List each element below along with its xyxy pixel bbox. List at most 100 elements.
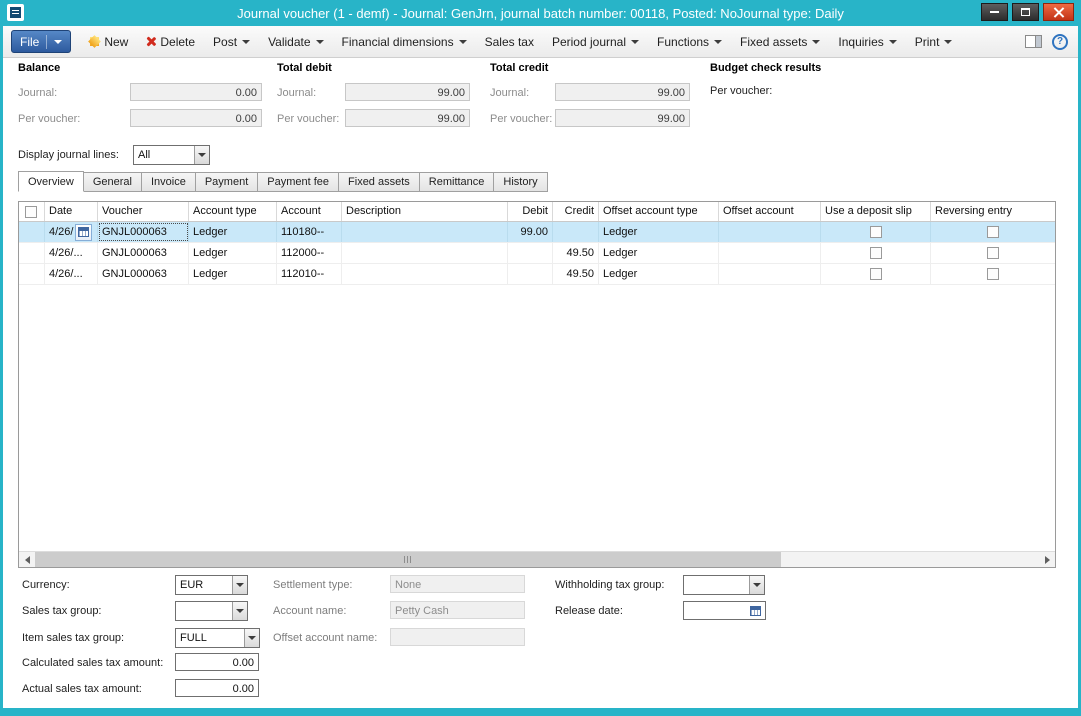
- display-journal-lines-value: All: [138, 149, 192, 161]
- toolbar-financial-dimensions-menu[interactable]: Financial dimensions: [333, 30, 476, 54]
- column-header-offset-account-type[interactable]: Offset account type: [599, 202, 719, 221]
- layout-panes-icon[interactable]: [1025, 35, 1042, 48]
- tab-invoice[interactable]: Invoice: [142, 172, 196, 192]
- tab-fixed-assets[interactable]: Fixed assets: [339, 172, 420, 192]
- tab-payment[interactable]: Payment: [196, 172, 258, 192]
- budget-check-header: Budget check results: [710, 62, 821, 74]
- toolbar-delete-button[interactable]: Delete: [137, 30, 204, 54]
- horizontal-scrollbar[interactable]: [19, 551, 1055, 567]
- column-header-account[interactable]: Account: [277, 202, 342, 221]
- column-header-date[interactable]: Date: [45, 202, 98, 221]
- row-3-account-type-cell[interactable]: Ledger: [189, 264, 277, 284]
- row-3-offset-account-cell[interactable]: [719, 264, 821, 284]
- row-2-offset-account-cell[interactable]: [719, 243, 821, 263]
- row-2-account-type-cell[interactable]: Ledger: [189, 243, 277, 263]
- file-menu-button[interactable]: File: [11, 30, 71, 53]
- row-3-debit-cell[interactable]: [508, 264, 553, 284]
- row-1-date-cell[interactable]: 4/26/: [45, 222, 98, 242]
- toolbar-print-menu[interactable]: Print: [906, 30, 962, 54]
- close-button[interactable]: [1043, 3, 1074, 21]
- column-header-credit[interactable]: Credit: [553, 202, 599, 221]
- grid-row-3[interactable]: 4/26/... GNJL000063 Ledger 112010-- 49.5…: [19, 264, 1055, 285]
- row-3-description-cell[interactable]: [342, 264, 508, 284]
- toolbar-new-button[interactable]: New: [81, 30, 137, 54]
- tab-overview[interactable]: Overview: [18, 171, 84, 192]
- row-2-description-cell[interactable]: [342, 243, 508, 263]
- row-1-selector[interactable]: [19, 222, 45, 242]
- total-credit-header: Total credit: [490, 62, 548, 74]
- row-1-date-picker-button[interactable]: [75, 224, 92, 241]
- tab-invoice-label: Invoice: [151, 176, 186, 188]
- row-1-description-cell[interactable]: [342, 222, 508, 242]
- column-header-description[interactable]: Description: [342, 202, 508, 221]
- toolbar-new-label: New: [104, 35, 128, 49]
- calculated-sales-tax-field[interactable]: 0.00: [175, 653, 259, 671]
- row-3-reversing-entry-checkbox[interactable]: [987, 268, 999, 280]
- row-3-date-cell[interactable]: 4/26/...: [45, 264, 98, 284]
- row-1-credit-cell[interactable]: [553, 222, 599, 242]
- column-header-use-deposit-slip[interactable]: Use a deposit slip: [821, 202, 931, 221]
- release-date-field[interactable]: [683, 601, 766, 620]
- row-1-offset-account-cell[interactable]: [719, 222, 821, 242]
- tab-payment-fee[interactable]: Payment fee: [258, 172, 339, 192]
- column-header-account-type[interactable]: Account type: [189, 202, 277, 221]
- maximize-icon: [1021, 8, 1030, 16]
- row-1-offset-account-type-cell[interactable]: Ledger: [599, 222, 719, 242]
- row-2-selector[interactable]: [19, 243, 45, 263]
- row-2-credit-cell[interactable]: 49.50: [553, 243, 599, 263]
- withholding-tax-group-select[interactable]: [683, 575, 765, 595]
- scrollbar-track[interactable]: [781, 552, 1039, 567]
- scroll-left-button[interactable]: [19, 552, 35, 567]
- row-2-voucher-cell[interactable]: GNJL000063: [98, 243, 189, 263]
- actual-sales-tax-field[interactable]: 0.00: [175, 679, 259, 697]
- item-sales-tax-group-select[interactable]: FULL: [175, 628, 260, 648]
- toolbar-validate-menu[interactable]: Validate: [259, 30, 332, 54]
- row-2-account-cell[interactable]: 112000--: [277, 243, 342, 263]
- row-1-account-type-cell[interactable]: Ledger: [189, 222, 277, 242]
- row-3-account-cell[interactable]: 112010--: [277, 264, 342, 284]
- toolbar-sales-tax-button[interactable]: Sales tax: [476, 30, 543, 54]
- column-header-reversing-entry[interactable]: Reversing entry: [931, 202, 1055, 221]
- toolbar-post-menu[interactable]: Post: [204, 30, 259, 54]
- row-3-selector[interactable]: [19, 264, 45, 284]
- display-journal-lines-select[interactable]: All: [133, 145, 210, 165]
- grid-row-1[interactable]: 4/26/ GNJL000063 Ledger 110180-- 99.00 L…: [19, 222, 1055, 243]
- row-1-debit-cell[interactable]: 99.00: [508, 222, 553, 242]
- help-icon[interactable]: ?: [1052, 34, 1068, 50]
- column-header-debit[interactable]: Debit: [508, 202, 553, 221]
- tab-history[interactable]: History: [494, 172, 547, 192]
- maximize-button[interactable]: [1012, 3, 1039, 21]
- row-1-account-cell[interactable]: 110180--: [277, 222, 342, 242]
- row-3-voucher-cell[interactable]: GNJL000063: [98, 264, 189, 284]
- toolbar-fixed-assets-menu[interactable]: Fixed assets: [731, 30, 829, 54]
- row-2-debit-cell[interactable]: [508, 243, 553, 263]
- column-header-offset-account[interactable]: Offset account: [719, 202, 821, 221]
- row-1-use-deposit-slip-checkbox[interactable]: [870, 226, 882, 238]
- row-2-offset-account-type-cell[interactable]: Ledger: [599, 243, 719, 263]
- row-1-voucher-cell[interactable]: GNJL000063: [98, 222, 189, 242]
- scroll-right-button[interactable]: [1039, 552, 1055, 567]
- row-2-use-deposit-slip-checkbox[interactable]: [870, 247, 882, 259]
- row-1-reversing-entry-checkbox[interactable]: [987, 226, 999, 238]
- toolbar-period-journal-menu[interactable]: Period journal: [543, 30, 648, 54]
- row-2-reversing-entry-checkbox[interactable]: [987, 247, 999, 259]
- sales-tax-group-select[interactable]: [175, 601, 248, 621]
- release-date-picker-button[interactable]: [747, 603, 764, 618]
- row-2-date-cell[interactable]: 4/26/...: [45, 243, 98, 263]
- titlebar[interactable]: Journal voucher (1 - demf) - Journal: Ge…: [0, 0, 1081, 26]
- scrollbar-thumb[interactable]: [35, 552, 781, 567]
- minimize-button[interactable]: [981, 3, 1008, 21]
- row-3-use-deposit-slip-checkbox[interactable]: [870, 268, 882, 280]
- toolbar-inquiries-menu[interactable]: Inquiries: [829, 30, 905, 54]
- select-all-checkbox[interactable]: [25, 206, 37, 218]
- withholding-tax-group-label: Withholding tax group:: [555, 579, 664, 591]
- toolbar-functions-menu[interactable]: Functions: [648, 30, 731, 54]
- row-3-offset-account-type-cell[interactable]: Ledger: [599, 264, 719, 284]
- tab-general[interactable]: General: [84, 172, 142, 192]
- row-3-credit-cell[interactable]: 49.50: [553, 264, 599, 284]
- validate-caret-icon: [316, 40, 324, 44]
- tab-remittance[interactable]: Remittance: [420, 172, 495, 192]
- currency-select[interactable]: EUR: [175, 575, 248, 595]
- grid-row-2[interactable]: 4/26/... GNJL000063 Ledger 112000-- 49.5…: [19, 243, 1055, 264]
- column-header-voucher[interactable]: Voucher: [98, 202, 189, 221]
